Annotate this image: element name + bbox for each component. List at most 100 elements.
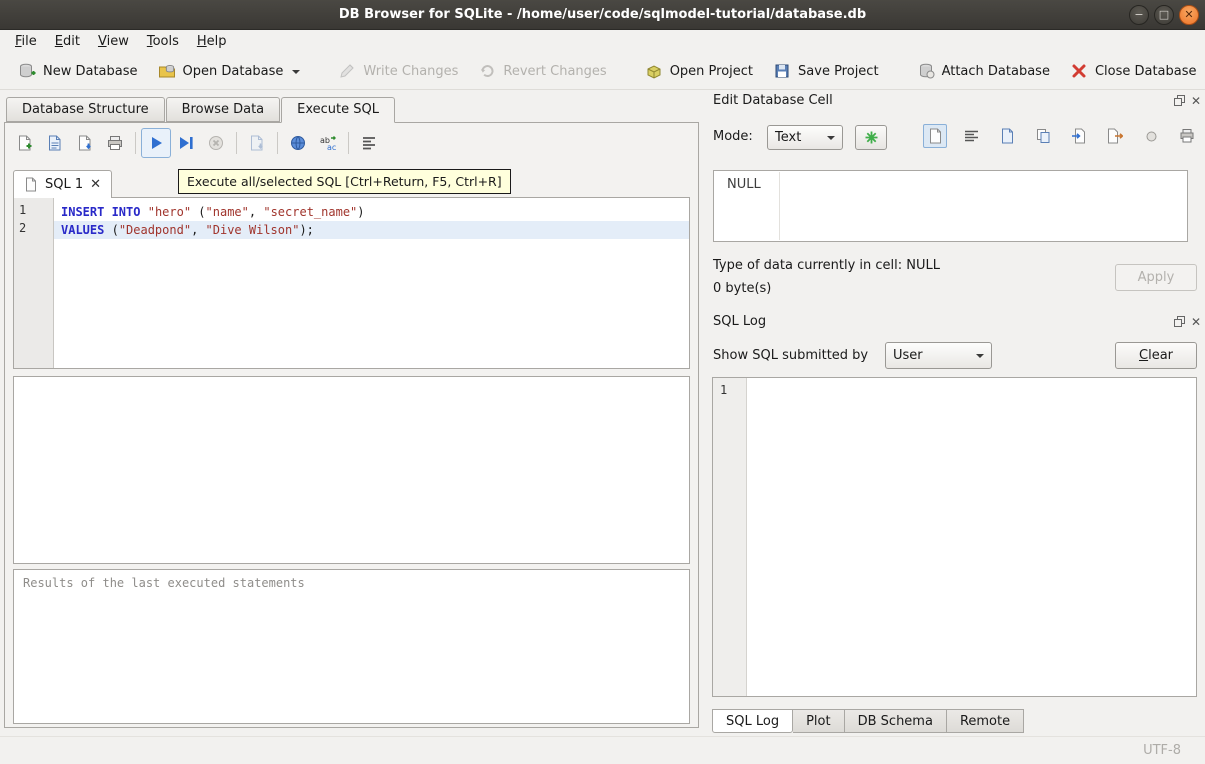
maximize-icon[interactable]: □ bbox=[1154, 5, 1174, 25]
find-replace-button[interactable]: abac bbox=[313, 128, 343, 158]
write-changes-label: Write Changes bbox=[363, 64, 458, 79]
copy-cell-button[interactable] bbox=[1031, 124, 1055, 148]
float-icon[interactable] bbox=[1174, 95, 1185, 106]
close-database-icon bbox=[1070, 62, 1088, 80]
main-toolbar: New Database Open Database Write Changes… bbox=[0, 53, 1205, 90]
chevron-down-icon bbox=[976, 354, 984, 362]
line-number-gutter: 1 2 bbox=[14, 198, 54, 368]
open-project-label: Open Project bbox=[670, 64, 753, 79]
db-browser-window: { "window": { "title": "DB Browser for S… bbox=[0, 0, 1205, 764]
copy-icon bbox=[1036, 128, 1051, 144]
save-project-label: Save Project bbox=[798, 64, 879, 79]
code-line-2: VALUES ("Deadpond", "Dive Wilson"); bbox=[54, 221, 689, 239]
export-cell-button[interactable] bbox=[1103, 124, 1127, 148]
write-changes-button[interactable]: Write Changes bbox=[328, 56, 468, 86]
log-line-number: 1 bbox=[720, 383, 746, 397]
stop-button[interactable] bbox=[201, 128, 231, 158]
save-project-button[interactable]: Save Project bbox=[763, 56, 889, 86]
apply-format-button[interactable] bbox=[855, 125, 887, 150]
clear-log-button[interactable]: Clear bbox=[1115, 342, 1197, 369]
close-icon[interactable]: ✕ bbox=[90, 177, 101, 192]
dock-tab-sql-log[interactable]: SQL Log bbox=[712, 709, 793, 733]
main-tabbar: Database Structure Browse Data Execute S… bbox=[6, 97, 396, 123]
execute-line-icon bbox=[177, 134, 195, 152]
results-message-area[interactable]: Results of the last executed statements bbox=[13, 569, 690, 724]
open-sql-file-icon bbox=[46, 134, 64, 152]
apply-button[interactable]: Apply bbox=[1115, 264, 1197, 291]
close-database-button[interactable]: Close Database bbox=[1060, 56, 1205, 86]
tab-database-structure[interactable]: Database Structure bbox=[6, 97, 165, 122]
line-number: 1 bbox=[19, 203, 53, 221]
import-cell-button[interactable] bbox=[1067, 124, 1091, 148]
toolbar-separator bbox=[236, 132, 237, 154]
new-cell-doc-button[interactable] bbox=[995, 124, 1019, 148]
sql-editor[interactable]: 1 2 INSERT INTO "hero" ("name", "secret_… bbox=[13, 197, 690, 369]
log-filter-select[interactable]: User bbox=[885, 342, 992, 369]
sql-document-tab[interactable]: SQL 1 ✕ bbox=[13, 170, 112, 198]
svg-text:ac: ac bbox=[327, 143, 336, 152]
new-database-icon bbox=[18, 62, 36, 80]
cell-value-editor[interactable]: NULL bbox=[713, 170, 1188, 242]
cell-size-info: 0 byte(s) bbox=[713, 281, 771, 296]
close-icon[interactable]: ✕ bbox=[1191, 96, 1201, 106]
save-sql-file-button[interactable] bbox=[70, 128, 100, 158]
edit-cell-toolbar bbox=[923, 124, 1199, 148]
close-icon[interactable]: ✕ bbox=[1179, 5, 1199, 25]
dock-tab-plot[interactable]: Plot bbox=[793, 709, 845, 733]
save-results-icon bbox=[248, 134, 266, 152]
menu-file[interactable]: File bbox=[6, 31, 46, 52]
sql-text: , bbox=[191, 223, 205, 237]
sql-log-area[interactable]: 1 bbox=[712, 377, 1197, 697]
attach-database-button[interactable]: Attach Database bbox=[907, 56, 1060, 86]
attach-database-icon bbox=[917, 62, 935, 80]
print-cell-button[interactable] bbox=[1175, 124, 1199, 148]
minimize-icon[interactable]: − bbox=[1129, 5, 1149, 25]
results-grid[interactable] bbox=[13, 376, 690, 564]
encoding-indicator[interactable]: UTF-8 bbox=[1143, 743, 1181, 758]
dock-tabbar: SQL Log Plot DB Schema Remote bbox=[712, 709, 1024, 733]
sql-text bbox=[140, 205, 147, 219]
sql-keyword: VALUES bbox=[61, 223, 104, 237]
menu-tools[interactable]: Tools bbox=[138, 31, 188, 52]
new-database-button[interactable]: New Database bbox=[8, 56, 148, 86]
word-wrap-button[interactable] bbox=[959, 124, 983, 148]
menu-help[interactable]: Help bbox=[188, 31, 236, 52]
execute-line-button[interactable] bbox=[171, 128, 201, 158]
menu-view[interactable]: View bbox=[89, 31, 138, 52]
execute-sql-panel: abac SQL 1 ✕ 1 2 INSERT INTO "hero" ("na… bbox=[4, 122, 699, 728]
tab-execute-sql[interactable]: Execute SQL bbox=[281, 97, 395, 123]
log-filter-value: User bbox=[893, 348, 923, 363]
open-sql-file-button[interactable] bbox=[40, 128, 70, 158]
mode-select[interactable]: Text bbox=[767, 125, 843, 150]
open-in-browser-button[interactable] bbox=[283, 128, 313, 158]
tab-browse-data[interactable]: Browse Data bbox=[166, 97, 281, 122]
line-number: 2 bbox=[19, 221, 53, 239]
sql-text: ( bbox=[104, 223, 118, 237]
chevron-down-icon[interactable] bbox=[292, 70, 300, 78]
dock-tab-db-schema[interactable]: DB Schema bbox=[845, 709, 947, 733]
execute-all-button[interactable] bbox=[141, 128, 171, 158]
float-icon[interactable] bbox=[1174, 316, 1185, 327]
dock-tab-remote[interactable]: Remote bbox=[947, 709, 1024, 733]
sql-code-area[interactable]: INSERT INTO "hero" ("name", "secret_name… bbox=[54, 198, 689, 368]
set-null-button[interactable] bbox=[1139, 124, 1163, 148]
sql-text: ) bbox=[357, 205, 364, 219]
find-replace-icon: abac bbox=[319, 134, 337, 152]
sql-tab-label: SQL 1 bbox=[45, 177, 83, 192]
open-project-button[interactable]: Open Project bbox=[635, 56, 763, 86]
new-sql-tab-button[interactable] bbox=[10, 128, 40, 158]
close-icon[interactable]: ✕ bbox=[1191, 317, 1201, 327]
stop-icon bbox=[207, 134, 225, 152]
revert-changes-button[interactable]: Revert Changes bbox=[468, 56, 616, 86]
open-database-button[interactable]: Open Database bbox=[148, 56, 311, 86]
print-sql-button[interactable] bbox=[100, 128, 130, 158]
sql-identifier: "name" bbox=[206, 205, 249, 219]
text-mode-button[interactable] bbox=[923, 124, 947, 148]
save-project-icon bbox=[773, 62, 791, 80]
menu-edit[interactable]: Edit bbox=[46, 31, 89, 52]
export-icon bbox=[1107, 128, 1123, 144]
save-results-button[interactable] bbox=[242, 128, 272, 158]
format-sql-button[interactable] bbox=[354, 128, 384, 158]
sql-text: , bbox=[249, 205, 263, 219]
execute-all-icon bbox=[147, 134, 165, 152]
